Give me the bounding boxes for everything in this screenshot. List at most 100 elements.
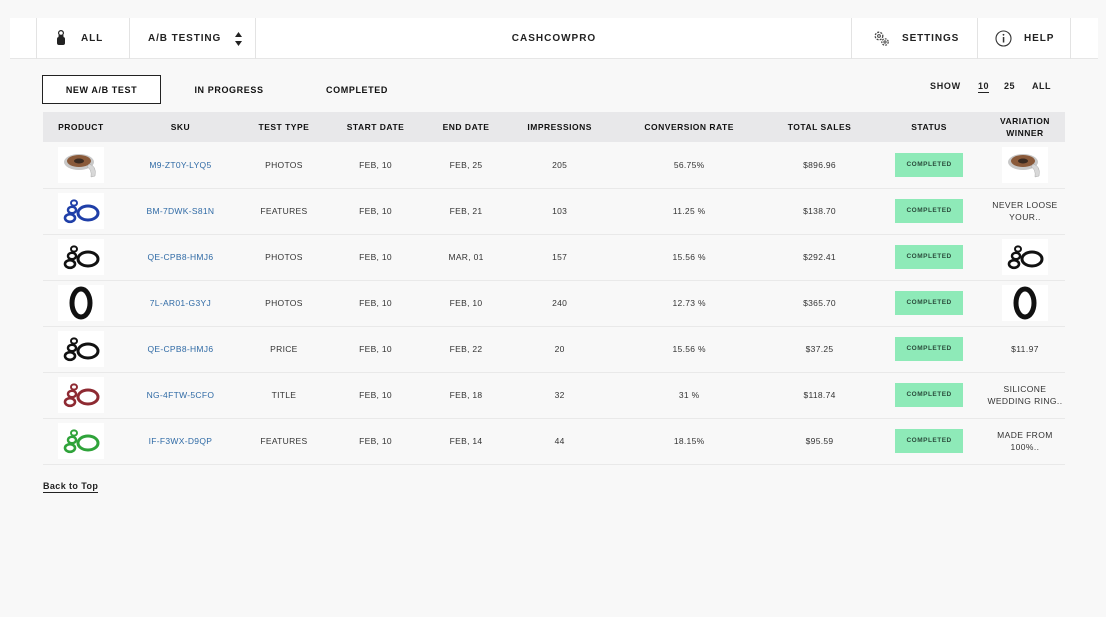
help-label: HELP bbox=[1024, 33, 1055, 44]
tape-roll-icon bbox=[57, 146, 104, 183]
table-row[interactable]: QE-CPB8-HMJ6 PRICE FEB, 10 FEB, 22 20 15.56 %… bbox=[43, 326, 1065, 372]
sku-link[interactable]: M9-ZT0Y-LYQ5 bbox=[119, 142, 242, 188]
table-row[interactable]: M9-ZT0Y-LYQ5 PHOTOS FEB, 10 FEB, 25 205 56.75… bbox=[43, 142, 1065, 188]
back-to-top-link[interactable]: Back to Top bbox=[43, 481, 99, 493]
conversion-rate-cell: 15.56 % bbox=[672, 344, 706, 354]
tape-roll-icon bbox=[1001, 146, 1048, 183]
variation-winner-cell bbox=[985, 280, 1065, 326]
conversion-rate-cell: 15.56 % bbox=[672, 252, 706, 262]
total-sales-cell: $365.70 bbox=[803, 298, 836, 308]
product-thumbnail-cell bbox=[43, 326, 119, 372]
impressions-cell: 32 bbox=[554, 390, 565, 400]
settings-label: SETTINGS bbox=[902, 33, 960, 44]
status-badge: COMPLETED bbox=[895, 291, 963, 315]
product-thumbnail-cell bbox=[43, 418, 119, 464]
variation-winner-cell: MADE FROM 100%.. bbox=[985, 418, 1065, 464]
variation-winner-text: NEVER LOOSE YOUR.. bbox=[992, 200, 1058, 222]
tab-completed[interactable]: COMPLETED bbox=[312, 75, 402, 104]
test-type-cell: PHOTOS bbox=[265, 298, 303, 308]
header-conversion-rate: CONVERSION RATE bbox=[644, 122, 734, 132]
all-label: ALL bbox=[81, 33, 104, 44]
divider bbox=[1070, 18, 1071, 59]
variation-winner-text: SILICONE WEDDING RING.. bbox=[987, 384, 1063, 406]
status-cell: COMPLETED bbox=[873, 234, 985, 280]
variation-winner-text: MADE FROM 100%.. bbox=[997, 430, 1053, 452]
sku-link[interactable]: IF-F3WX-D9QP bbox=[119, 418, 242, 464]
tab-new-ab-test[interactable]: NEW A/B TEST bbox=[42, 75, 161, 104]
divider bbox=[851, 18, 852, 59]
start-date-cell: FEB, 10 bbox=[359, 390, 392, 400]
total-sales-cell: $37.25 bbox=[805, 344, 834, 354]
ab-tests-table: PRODUCT SKU TEST TYPE START DATE END DAT… bbox=[43, 112, 1065, 465]
show-25-option[interactable]: 25 bbox=[1004, 81, 1015, 91]
table-row[interactable]: QE-CPB8-HMJ6 PHOTOS FEB, 10 MAR, 01 157 15.56… bbox=[43, 234, 1065, 280]
end-date-cell: FEB, 18 bbox=[449, 390, 483, 400]
start-date-cell: FEB, 10 bbox=[359, 252, 392, 262]
header-status: STATUS bbox=[911, 122, 947, 132]
conversion-rate-cell: 56.75% bbox=[673, 159, 705, 170]
test-type-cell: PHOTOS bbox=[265, 159, 303, 170]
sku-link[interactable]: BM-7DWK-S81N bbox=[119, 188, 242, 234]
show-10-option[interactable]: 10 bbox=[978, 81, 990, 93]
header-variation-winner: VARIATION WINNER bbox=[999, 116, 1050, 138]
status-badge: COMPLETED bbox=[895, 429, 963, 453]
end-date-cell: FEB, 22 bbox=[449, 344, 483, 354]
variation-winner-cell: SILICONE WEDDING RING.. bbox=[985, 372, 1065, 418]
status-badge: COMPLETED bbox=[895, 245, 963, 269]
table-row[interactable]: BM-7DWK-S81N FEATURES FEB, 10 FEB, 21 103 11.… bbox=[43, 188, 1065, 234]
product-thumbnail-cell bbox=[43, 142, 119, 188]
sku-link[interactable]: NG-4FTW-5CFO bbox=[119, 372, 242, 418]
test-type-cell: PHOTOS bbox=[265, 252, 303, 262]
status-cell: COMPLETED bbox=[873, 280, 985, 326]
product-thumbnail-cell bbox=[43, 188, 119, 234]
sort-arrows-icon bbox=[235, 31, 243, 46]
start-date-cell: FEB, 10 bbox=[359, 206, 392, 216]
status-cell: COMPLETED bbox=[873, 326, 985, 372]
help-button[interactable]: HELP bbox=[995, 18, 1054, 59]
table-row[interactable]: NG-4FTW-5CFO TITLE FEB, 10 FEB, 18 32 31 % $11… bbox=[43, 372, 1065, 418]
black-ring-single-icon bbox=[1001, 285, 1048, 321]
product-jar-icon bbox=[54, 30, 68, 47]
header-test-type: TEST TYPE bbox=[258, 122, 310, 132]
status-badge: COMPLETED bbox=[895, 383, 963, 407]
tab-in-progress[interactable]: IN PROGRESS bbox=[180, 75, 278, 104]
sku-link[interactable]: QE-CPB8-HMJ6 bbox=[119, 326, 242, 372]
divider bbox=[977, 18, 978, 59]
conversion-rate-cell: 12.73 % bbox=[672, 298, 706, 308]
total-sales-cell: $95.59 bbox=[805, 436, 834, 446]
all-products-button[interactable]: ALL bbox=[54, 18, 103, 59]
table-header-row: PRODUCT SKU TEST TYPE START DATE END DAT… bbox=[43, 112, 1065, 142]
impressions-cell: 157 bbox=[552, 252, 568, 262]
test-type-cell: FEATURES bbox=[260, 436, 308, 446]
total-sales-cell: $118.74 bbox=[803, 390, 836, 400]
product-thumbnail-cell bbox=[43, 372, 119, 418]
start-date-cell: FEB, 10 bbox=[359, 344, 392, 354]
variation-winner-cell: $11.97 bbox=[985, 326, 1065, 372]
sku-link[interactable]: 7L-AR01-G3YJ bbox=[119, 280, 242, 326]
header-total-sales: TOTAL SALES bbox=[787, 122, 852, 132]
product-thumbnail-cell bbox=[43, 234, 119, 280]
header-impressions: IMPRESSIONS bbox=[527, 122, 592, 132]
end-date-cell: FEB, 10 bbox=[449, 298, 483, 308]
black-rings-icon bbox=[57, 239, 104, 275]
settings-button[interactable]: SETTINGS bbox=[873, 18, 959, 59]
end-date-cell: FEB, 25 bbox=[449, 159, 483, 170]
conversion-rate-cell: 31 % bbox=[678, 390, 700, 400]
product-thumbnail-cell bbox=[43, 280, 119, 326]
ab-testing-dropdown[interactable]: A/B TESTING bbox=[148, 18, 243, 59]
start-date-cell: FEB, 10 bbox=[359, 436, 392, 446]
table-row[interactable]: IF-F3WX-D9QP FEATURES FEB, 10 FEB, 14 44 18.1… bbox=[43, 418, 1065, 464]
table-row[interactable]: 7L-AR01-G3YJ PHOTOS FEB, 10 FEB, 10 240 12.73… bbox=[43, 280, 1065, 326]
divider bbox=[129, 18, 130, 59]
ab-testing-label: A/B TESTING bbox=[148, 33, 222, 44]
total-sales-cell: $138.70 bbox=[803, 206, 836, 216]
red-rings-icon bbox=[57, 377, 104, 413]
sku-link[interactable]: QE-CPB8-HMJ6 bbox=[119, 234, 242, 280]
variation-winner-text: $11.97 bbox=[1011, 344, 1039, 354]
conversion-rate-cell: 11.25 % bbox=[672, 206, 706, 216]
header-start-date: START DATE bbox=[346, 122, 405, 132]
test-type-cell: FEATURES bbox=[260, 206, 308, 216]
show-all-option[interactable]: ALL bbox=[1032, 81, 1051, 91]
status-badge: COMPLETED bbox=[895, 337, 963, 361]
impressions-cell: 205 bbox=[552, 159, 568, 170]
